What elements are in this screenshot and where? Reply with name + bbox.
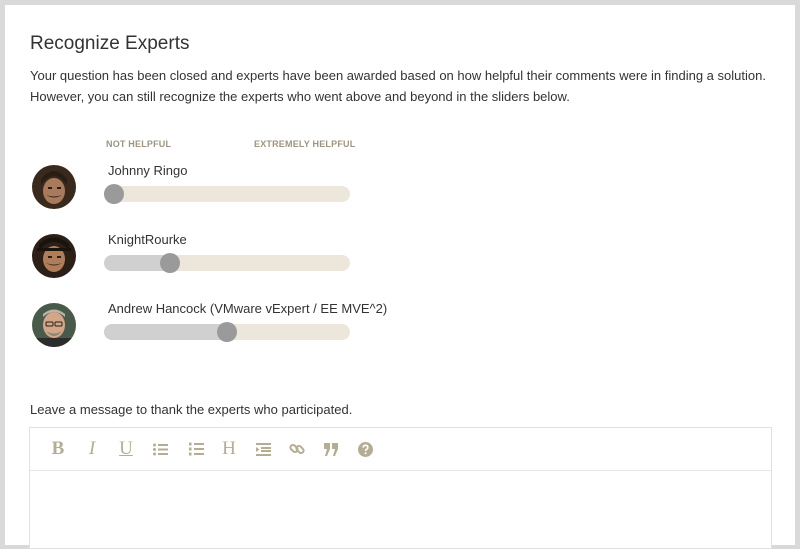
- slider-fill: [104, 324, 227, 340]
- numbered-list-icon: [188, 442, 204, 456]
- italic-button[interactable]: I: [80, 438, 104, 460]
- help-icon: [357, 441, 373, 457]
- link-button[interactable]: [285, 438, 309, 460]
- avatar: [32, 234, 76, 278]
- expert-row: Johnny Ringo: [5, 163, 795, 225]
- expert-name: Johnny Ringo: [108, 163, 188, 178]
- expert-name: Andrew Hancock (VMware vExpert / EE MVE^…: [108, 301, 388, 316]
- scale-min-label: NOT HELPFUL: [106, 139, 172, 149]
- numbered-list-button[interactable]: [184, 438, 208, 460]
- message-editor: B I U H: [29, 427, 772, 549]
- helpfulness-slider[interactable]: [104, 322, 350, 342]
- indent-icon: [255, 442, 271, 456]
- underline-button[interactable]: U: [114, 438, 138, 460]
- panel-title: Recognize Experts: [30, 33, 190, 54]
- recognize-experts-panel: Recognize Experts Your question has been…: [5, 5, 795, 549]
- bullet-list-button[interactable]: [148, 438, 172, 460]
- editor-toolbar: B I U H: [30, 428, 771, 471]
- bold-button[interactable]: B: [46, 438, 70, 460]
- quote-icon: [323, 442, 338, 456]
- italic-icon: I: [88, 438, 96, 459]
- underline-icon: U: [119, 438, 133, 459]
- slider-thumb[interactable]: [160, 253, 180, 273]
- slider-thumb[interactable]: [104, 184, 124, 204]
- heading-icon: H: [222, 438, 236, 459]
- helpfulness-slider[interactable]: [104, 253, 350, 273]
- expert-row: Andrew Hancock (VMware vExpert / EE MVE^…: [5, 301, 795, 363]
- expert-row: KnightRourke: [5, 232, 795, 294]
- heading-button[interactable]: H: [217, 438, 241, 460]
- avatar: [32, 303, 76, 347]
- indent-button[interactable]: [251, 438, 275, 460]
- message-textarea[interactable]: [30, 471, 771, 548]
- message-label: Leave a message to thank the experts who…: [30, 402, 353, 417]
- panel-description: Your question has been closed and expert…: [30, 68, 766, 104]
- expert-name: KnightRourke: [108, 232, 187, 247]
- help-button[interactable]: [353, 438, 377, 460]
- quote-button[interactable]: [319, 438, 343, 460]
- bold-icon: B: [51, 438, 65, 459]
- bullet-list-icon: [152, 443, 168, 455]
- scale-max-label: EXTREMELY HELPFUL: [254, 139, 356, 149]
- helpfulness-slider[interactable]: [104, 184, 350, 204]
- slider-thumb[interactable]: [217, 322, 237, 342]
- link-icon: [289, 443, 305, 455]
- slider-track: [104, 186, 350, 202]
- avatar: [32, 165, 76, 209]
